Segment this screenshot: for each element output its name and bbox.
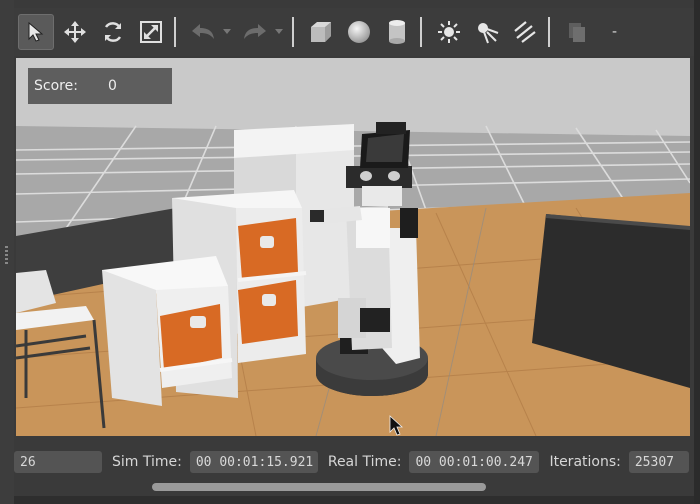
rotate-mode-button[interactable] [96,15,130,49]
bin-handle [262,294,276,306]
toolbar-separator [292,17,294,47]
real-time-field: 00 00:01:00.247 [409,451,540,473]
sim-time-field: 00 00:01:15.921 [189,451,318,473]
undo-icon [192,24,214,39]
toolbar-separator [548,17,550,47]
real-time-value: 00 00:01:00.247 [415,454,533,470]
spot-light-icon [478,23,499,44]
chevron-down-icon [223,29,231,34]
resize-grip-icon[interactable] [5,246,8,266]
point-light-icon [438,21,460,43]
chevron-down-icon [275,29,283,34]
spot-light-button[interactable] [470,15,504,49]
robot-head [346,166,412,188]
box-icon [311,22,331,42]
directional-light-button[interactable] [508,15,542,49]
copy-icon [569,23,585,42]
horizontal-scrollbar[interactable] [14,480,694,494]
window-bottom-edge [14,496,694,504]
scale-mode-button[interactable] [134,15,168,49]
directional-light-icon [514,21,536,43]
scene-render[interactable] [16,58,690,436]
storage-bin [238,280,298,344]
scrollbar-thumb[interactable] [152,483,486,491]
box-shape-button[interactable] [304,15,338,49]
score-value: 0 [107,78,117,94]
undo-history-dropdown[interactable] [220,15,234,49]
cylinder-icon [389,20,405,44]
select-mode-button[interactable] [18,14,54,50]
score-overlay: Score: 0 [28,68,172,104]
toolbar-separator [174,17,176,47]
sim-time-label: Sim Time: [112,454,182,470]
sphere-icon [348,21,370,43]
status-bar: 26 Sim Time: 00 00:01:15.921 Real Time: … [14,446,694,478]
sphere-shape-button[interactable] [342,15,376,49]
toolbar-separator [420,17,422,47]
toolbar-overflow[interactable]: - [612,24,617,40]
undo-button[interactable] [186,15,220,49]
redo-history-dropdown[interactable] [272,15,286,49]
toolbar: - [14,8,694,56]
real-time-label: Real Time: [327,454,402,470]
translate-mode-button[interactable] [58,15,92,49]
bin-handle [190,316,206,328]
score-label: Score: [34,78,78,94]
real-time-factor-field: 26 [14,451,102,473]
real-time-factor-value: 26 [20,454,36,470]
bin-handle [260,236,274,248]
iterations-field: 25307 [628,451,689,473]
rotate-icon [104,22,122,42]
cylinder-shape-button[interactable] [380,15,414,49]
storage-bin [238,218,298,280]
gazebo-window: - Score: 0 26 Sim Time: 00 00:01:15.921 … [14,0,694,504]
copy-button[interactable] [560,15,594,49]
redo-icon [244,24,266,39]
point-light-button[interactable] [432,15,466,49]
iterations-value: 25307 [634,454,674,470]
move-cross-icon [64,21,86,43]
sim-time-value: 00 00:01:15.921 [195,454,314,470]
left-resize-edge[interactable] [0,0,15,504]
scale-icon [140,21,162,43]
scene-viewport[interactable]: Score: 0 [16,58,690,436]
redo-button[interactable] [238,15,272,49]
cursor-arrow-icon [28,21,44,42]
iterations-label: Iterations: [549,454,621,470]
